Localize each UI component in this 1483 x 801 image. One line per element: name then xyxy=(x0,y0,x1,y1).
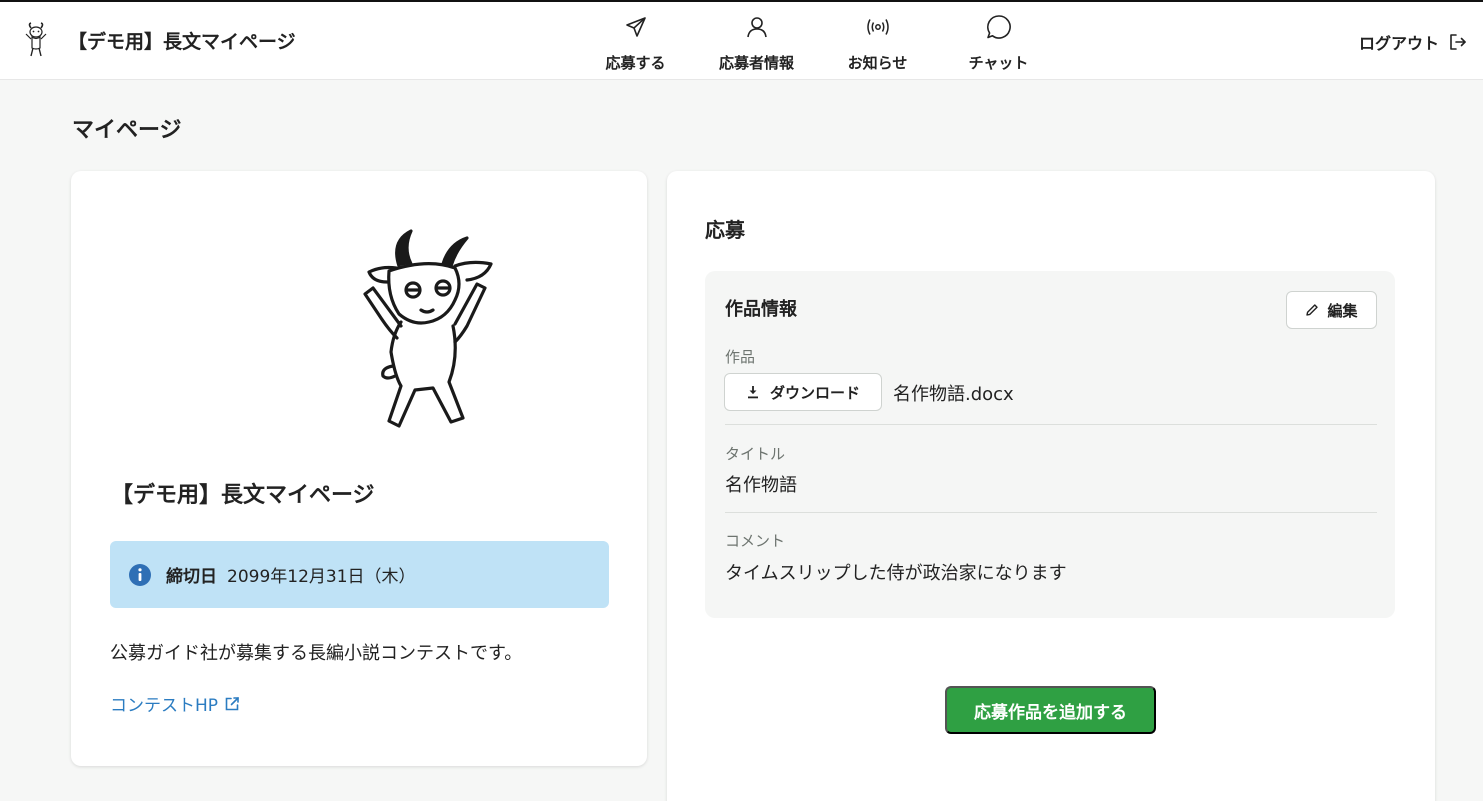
divider xyxy=(725,512,1377,513)
goat-logo-icon xyxy=(25,22,47,57)
edit-label: 編集 xyxy=(1327,302,1358,320)
file-name: 名作物語.docx xyxy=(893,384,1014,405)
logout-icon xyxy=(1449,33,1467,51)
nav-label: 応募者情報 xyxy=(718,54,794,72)
nav-label: 応募する xyxy=(605,54,666,72)
edit-button[interactable]: 編集 xyxy=(1286,291,1377,329)
logout-label: ログアウト xyxy=(1358,34,1439,53)
application-title: 応募 xyxy=(705,218,745,242)
work-info-heading: 作品情報 xyxy=(725,299,797,320)
work-field-label: 作品 xyxy=(725,348,756,366)
download-label: ダウンロード xyxy=(769,384,860,402)
info-icon xyxy=(129,563,151,586)
send-icon xyxy=(624,12,648,42)
main-nav: 応募する 応募者情報 お知らせ チャット xyxy=(575,12,1059,73)
divider xyxy=(725,424,1377,425)
pencil-icon xyxy=(1306,304,1319,316)
contest-link-label: コンテストHP xyxy=(110,696,219,716)
app-title: 【デモ用】長文マイページ xyxy=(68,30,296,53)
contest-name: 【デモ用】長文マイページ xyxy=(111,483,375,508)
title-field-label: タイトル xyxy=(725,445,786,463)
contest-card: 【デモ用】長文マイページ 締切日 2099年12月31日（木） 公募ガイド社が募… xyxy=(71,171,647,766)
contest-description: 公募ガイド社が募集する長編小説コンテストです。 xyxy=(110,643,523,664)
goat-mascot-icon xyxy=(363,229,493,428)
title-value: 名作物語 xyxy=(725,475,797,496)
page-title: マイページ xyxy=(72,118,182,143)
download-icon xyxy=(747,386,758,399)
nav-chat[interactable]: チャット xyxy=(938,12,1059,73)
nav-applicant-info[interactable]: 応募者情報 xyxy=(696,12,817,73)
work-info-panel: 作品情報 編集 作品 ダウンロード 名作物語.docx タイトル 名作物語 コメ… xyxy=(705,271,1395,618)
comment-value: タイムスリップした侍が政治家になります xyxy=(725,563,1067,584)
download-button[interactable]: ダウンロード xyxy=(724,373,882,411)
nav-label: チャット xyxy=(968,54,1029,72)
broadcast-icon xyxy=(865,12,891,42)
comment-field-label: コメント xyxy=(725,532,786,550)
logout-button[interactable]: ログアウト xyxy=(1359,30,1467,54)
deadline-banner: 締切日 2099年12月31日（木） xyxy=(110,541,609,608)
deadline-label: 締切日 xyxy=(166,567,217,587)
nav-label: お知らせ xyxy=(847,54,908,72)
deadline-value: 2099年12月31日（木） xyxy=(227,567,416,587)
nav-notices[interactable]: お知らせ xyxy=(817,12,938,73)
brand[interactable]: 【デモ用】長文マイページ xyxy=(22,22,296,58)
nav-apply[interactable]: 応募する xyxy=(575,12,696,73)
add-work-button[interactable]: 応募作品を追加する xyxy=(945,686,1156,734)
contest-hp-link[interactable]: コンテストHP xyxy=(110,691,240,716)
app-header: 【デモ用】長文マイページ 応募する 応募者情報 お知らせ チャット ログアウト xyxy=(0,2,1483,80)
chat-icon xyxy=(986,12,1012,42)
application-card: 応募 作品情報 編集 作品 ダウンロード 名作物語.docx タイトル 名作物語… xyxy=(667,171,1435,801)
external-link-icon xyxy=(224,696,240,712)
user-icon xyxy=(745,12,769,42)
